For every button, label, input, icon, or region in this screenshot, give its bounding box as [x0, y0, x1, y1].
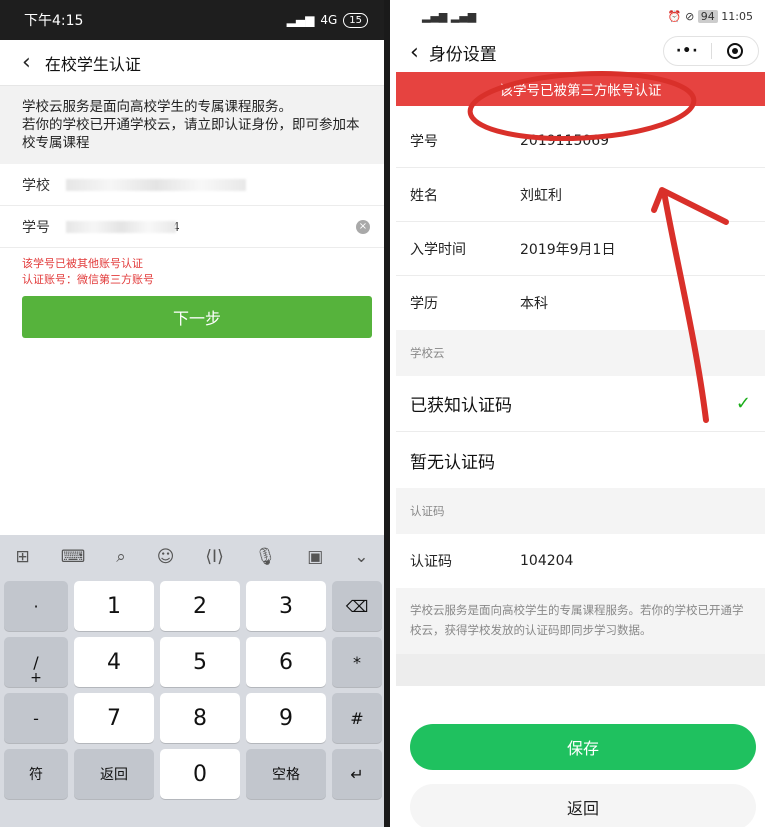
search-icon[interactable]: ⌕ [116, 547, 126, 567]
nav-bar: ‹ 身份设置 ·•· [396, 32, 765, 72]
info-row-student-id: 学号 2019115069 [396, 114, 765, 168]
intro-text: 学校云服务是面向高校学生的专属课程服务。 若你的学校已开通学校云，请立即认证身份… [0, 86, 384, 164]
return-button[interactable]: 返回 [410, 784, 756, 827]
key-star[interactable]: * [332, 637, 382, 687]
close-target-icon[interactable] [711, 43, 758, 59]
mic-icon[interactable]: 🎙 [255, 547, 277, 567]
code-field[interactable]: 认证码 104204 [396, 534, 765, 588]
battery-icon: 94 [697, 9, 718, 23]
info-section: 学号 2019115069 姓名 刘虹利 入学时间 2019年9月1日 学历 本科 [396, 114, 765, 330]
key-6[interactable]: 6 [246, 637, 326, 687]
code-section: 认证码 104204 [396, 534, 765, 588]
status-time: 下午4:15 [24, 13, 84, 29]
option-no-code[interactable]: 暂无认证码 [396, 432, 765, 488]
status-bar: 下午4:15 ▂▄▆ 4G 15 [0, 0, 384, 40]
intro-line-1: 学校云服务是面向高校学生的专属课程服务。 [22, 99, 292, 115]
info-row-degree: 学历 本科 [396, 276, 765, 330]
key-9[interactable]: 9 [246, 693, 326, 743]
grid-icon[interactable]: ⊞ [15, 547, 29, 567]
status-bar: ▂▄▆ ▂▄▆ ⏰ ⊘ 94 11:05 [396, 0, 765, 32]
school-field[interactable]: 学校 [0, 164, 384, 206]
footer-note: 学校云服务是面向高校学生的专属课程服务。若你的学校已开通学校云，获得学校发放的认… [396, 588, 765, 654]
intro-line-2: 若你的学校已开通学校云，请立即认证身份，即可参加本校专属课程 [22, 117, 360, 151]
enter-icon[interactable]: ↵ [332, 749, 382, 799]
clipboard-icon[interactable]: ▣ [307, 547, 323, 567]
option-has-code[interactable]: 已获知认证码 ✓ [396, 376, 765, 432]
next-wrap: 下一步 [0, 296, 384, 346]
info-value: 刘虹利 [520, 187, 562, 204]
error-line-2: 认证账号：微信第三方账号 [22, 273, 154, 286]
checkmark-icon: ✓ [735, 393, 751, 414]
page-title: 在校学生认证 [44, 54, 141, 74]
numeric-keyboard: ⊞ ⌨ ⌕ ☺ ⟨I⟩ 🎙 ▣ ⌄ · / + - 符 1 2 3 ⌫ 4 5 … [0, 535, 384, 827]
info-label: 学历 [410, 296, 438, 312]
info-value: 2019115069 [520, 132, 610, 149]
more-icon[interactable]: ·•· [664, 43, 711, 59]
nav-bar: ‹ 在校学生认证 [0, 40, 384, 86]
group-header-code: 认证码 [396, 488, 765, 534]
chevron-left-icon[interactable]: ‹ [22, 50, 31, 75]
network-type: 4G [320, 13, 338, 27]
cursor-icon[interactable]: ⟨I⟩ [205, 547, 223, 567]
key-8[interactable]: 8 [160, 693, 240, 743]
options-section: 已获知认证码 ✓ 暂无认证码 [396, 376, 765, 488]
code-value: 104204 [520, 553, 574, 569]
key-minus[interactable]: - [4, 693, 68, 743]
status-time: 11:05 [721, 9, 753, 23]
code-label: 认证码 [410, 554, 452, 570]
page-title: 身份设置 [428, 44, 497, 65]
info-label: 姓名 [410, 187, 438, 204]
student-id-field[interactable]: 学号 4 × [0, 206, 384, 248]
key-plus[interactable]: + [4, 667, 68, 689]
status-icons: ▂▄▆ 4G 15 [286, 12, 368, 28]
signal-icon: ▂▄▆ [286, 13, 315, 27]
error-line-1: 该学号已被其他账号认证 [22, 257, 143, 270]
key-hash[interactable]: # [332, 693, 382, 743]
option-label: 已获知认证码 [410, 396, 512, 416]
option-label: 暂无认证码 [410, 452, 495, 473]
info-value: 2019年9月1日 [520, 241, 616, 258]
student-id-label: 学号 [22, 219, 50, 236]
key-5[interactable]: 5 [160, 637, 240, 687]
left-phone-screen: 下午4:15 ▂▄▆ 4G 15 ‹ 在校学生认证 学校云服务是面向高校学生的专… [0, 0, 390, 827]
school-value-blurred [66, 178, 246, 191]
info-row-name: 姓名 刘虹利 [396, 168, 765, 222]
student-id-value-blurred [66, 220, 176, 233]
miniapp-capsule: ·•· [663, 36, 759, 66]
next-button[interactable]: 下一步 [22, 296, 372, 338]
error-message: 该学号已被其他账号认证 认证账号：微信第三方账号 [0, 248, 384, 296]
info-value: 本科 [520, 296, 548, 312]
signal-icon: ▂▄▆ ▂▄▆ [422, 9, 477, 23]
info-row-enroll-date: 入学时间 2019年9月1日 [396, 222, 765, 276]
school-label: 学校 [22, 177, 50, 194]
key-1[interactable]: 1 [74, 581, 154, 631]
key-back[interactable]: 返回 [74, 749, 154, 799]
alarm-icon: ⏰ ⊘ [667, 9, 698, 23]
status-right: ⏰ ⊘ 94 11:05 [667, 9, 753, 23]
key-7[interactable]: 7 [74, 693, 154, 743]
backspace-icon[interactable]: ⌫ [332, 581, 382, 631]
key-4[interactable]: 4 [74, 637, 154, 687]
error-banner: 该学号已被第三方帐号认证 [396, 72, 765, 106]
emoji-icon[interactable]: ☺ [157, 547, 175, 567]
battery-icon: 15 [343, 12, 368, 28]
keyboard-toolbar: ⊞ ⌨ ⌕ ☺ ⟨I⟩ 🎙 ▣ ⌄ [0, 535, 384, 579]
key-dot[interactable]: · [4, 581, 68, 631]
collapse-icon[interactable]: ⌄ [354, 547, 368, 567]
key-space[interactable]: 空格 [246, 749, 326, 799]
info-label: 入学时间 [410, 241, 466, 258]
key-0[interactable]: 0 [160, 749, 240, 799]
key-3[interactable]: 3 [246, 581, 326, 631]
keyboard-icon[interactable]: ⌨ [61, 547, 86, 567]
group-header-school-cloud: 学校云 [396, 330, 765, 376]
key-symbols[interactable]: 符 [4, 749, 68, 799]
clear-icon[interactable]: × [356, 219, 370, 234]
key-2[interactable]: 2 [160, 581, 240, 631]
save-button[interactable]: 保存 [410, 724, 756, 770]
right-phone-screen: ▂▄▆ ▂▄▆ ⏰ ⊘ 94 11:05 ‹ 身份设置 ·•· 该学号已被第三方… [396, 0, 765, 827]
chevron-left-icon[interactable]: ‹ [410, 40, 419, 65]
spacer [396, 106, 765, 114]
auth-form: 学校 学号 4 × 该学号已被其他账号认证 认证账号：微信第三方账号 下一步 [0, 164, 384, 578]
info-label: 学号 [410, 133, 438, 150]
